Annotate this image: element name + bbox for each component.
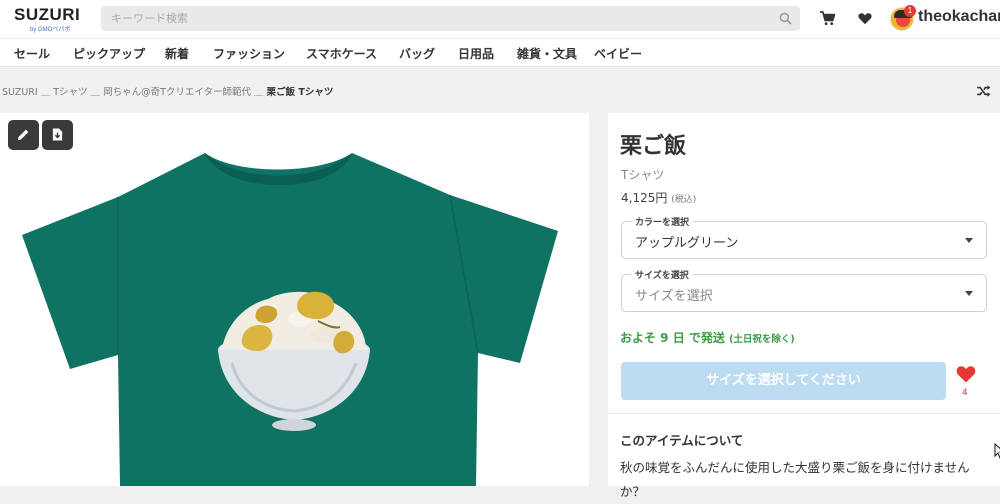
color-select[interactable]: カラーを選択 アップルグリーン [621, 215, 987, 259]
color-select-label: カラーを選択 [631, 215, 694, 228]
nav-item-stationery[interactable]: 雑貨・文具 [517, 45, 577, 62]
notification-badge: 1 [904, 5, 916, 17]
logo-text: SUZURI [14, 5, 81, 24]
price-tax-note: (税込) [671, 195, 697, 205]
size-select-placeholder: サイズを選択 [635, 289, 713, 304]
nav-item-pickup[interactable]: ピックアップ [73, 45, 145, 62]
nav-item-bag[interactable]: バッグ [399, 45, 435, 62]
price-value: 4,125円 [621, 191, 668, 205]
cart-icon[interactable] [820, 11, 835, 26]
caret-down-icon [965, 291, 973, 296]
product-type[interactable]: Tシャツ [621, 166, 664, 183]
chestnut [297, 291, 335, 319]
search-input[interactable] [101, 6, 771, 31]
color-select-value: アップルグリーン [635, 236, 739, 251]
pencil-icon [17, 129, 29, 141]
product-title: 栗ご飯 [620, 134, 687, 159]
product-image [22, 153, 558, 486]
product-image-area [0, 113, 589, 486]
shipping-note: (土日祝を除く) [729, 334, 795, 345]
nav-item-sale[interactable]: セール [14, 45, 50, 62]
download-button[interactable] [42, 120, 73, 150]
edit-button[interactable] [8, 120, 39, 150]
heart-icon[interactable] [858, 12, 872, 25]
product-price: 4,125円 (税込) [621, 189, 696, 206]
about-item-description: 秋の味覚をふんだんに使用した大盛り栗ご飯を身に付けませんか？ [620, 460, 970, 499]
mouse-cursor-icon [994, 443, 1000, 459]
nav-item-fashion[interactable]: ファッション [213, 45, 285, 62]
category-nav: セール ピックアップ 新着 ファッション スマホケース バッグ 日用品 雑貨・文… [0, 38, 1000, 67]
shipping-estimate: およそ 9 日 で発送 (土日祝を除く) [620, 329, 795, 346]
about-item-heading: このアイテムについて [620, 433, 744, 448]
site-header: SUZURI by GMOペパボ 1 theokachan [0, 0, 1000, 38]
caret-down-icon [965, 238, 973, 243]
breadcrumb-path[interactable]: SUZURI ＿ Tシャツ ＿ 岡ちゃん@奇Tクリエイター師範代 ＿ [2, 87, 267, 98]
breadcrumb-current: 栗ご飯 Tシャツ [266, 87, 334, 98]
search-bar [101, 6, 800, 31]
shuffle-icon[interactable] [977, 85, 991, 97]
divider [608, 413, 1000, 414]
logo-subtext: by GMOペパボ [30, 27, 71, 33]
nav-item-new[interactable]: 新着 [165, 45, 189, 62]
breadcrumb: SUZURI ＿ Tシャツ ＿ 岡ちゃん@奇Tクリエイター師範代 ＿ 栗ご飯 T… [2, 84, 333, 98]
nav-item-baby[interactable]: ベイビー [594, 45, 642, 62]
nav-item-daily-goods[interactable]: 日用品 [458, 45, 494, 62]
favorite-count: 4 [962, 388, 968, 398]
nav-item-phone-case[interactable]: スマホケース [306, 45, 377, 62]
shipping-days: およそ 9 日 で発送 [620, 331, 725, 345]
username[interactable]: theokachan [918, 8, 1000, 26]
size-select-label: サイズを選択 [631, 268, 693, 281]
add-to-cart-button[interactable]: サイズを選択してください [621, 362, 946, 400]
favorite-heart-icon[interactable] [956, 365, 976, 383]
suzuri-logo[interactable]: SUZURI by GMOペパボ [14, 5, 81, 33]
search-icon[interactable] [779, 12, 792, 25]
size-select[interactable]: サイズを選択 サイズを選択 [621, 268, 987, 312]
download-file-icon [52, 128, 63, 141]
